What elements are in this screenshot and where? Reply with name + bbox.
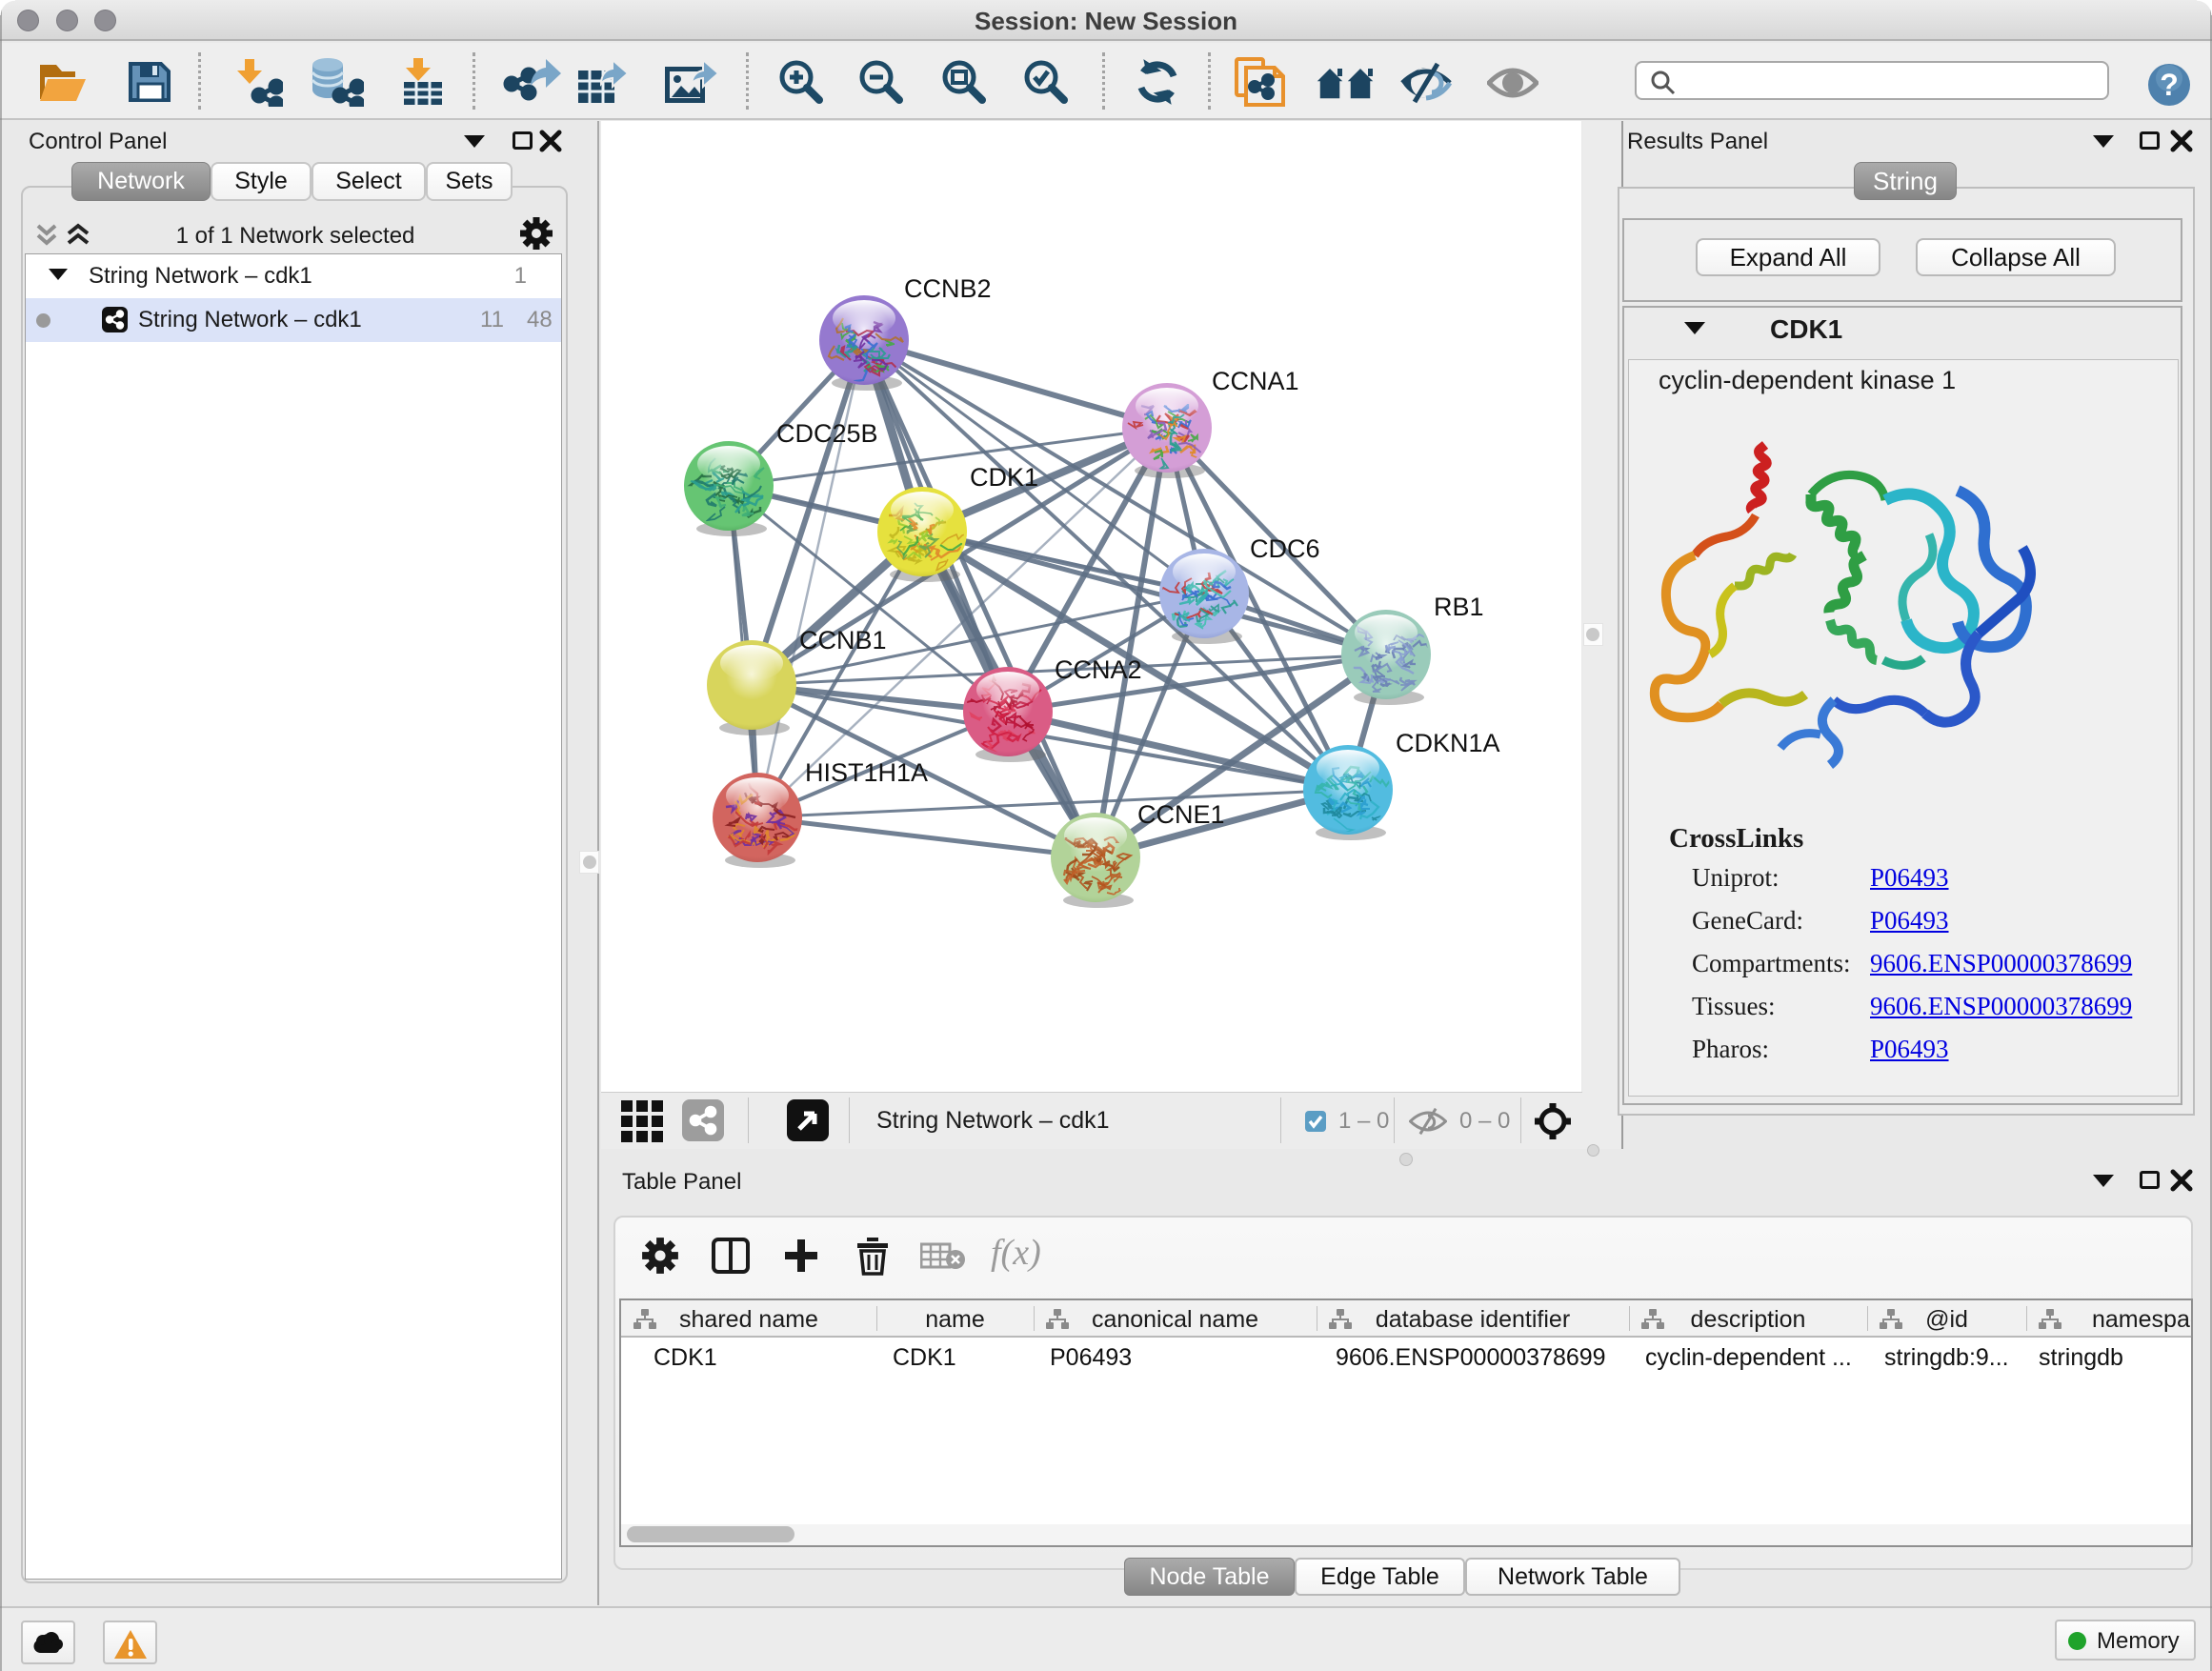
svg-text:CCNA1: CCNA1 (1212, 367, 1299, 395)
svg-text:CDC25B: CDC25B (776, 419, 878, 448)
svg-text:?: ? (2160, 68, 2179, 102)
svg-text:CDKN1A: CDKN1A (1396, 729, 1500, 757)
svg-text:CCNB2: CCNB2 (904, 274, 992, 303)
svg-text:CCNE1: CCNE1 (1137, 800, 1225, 829)
svg-text:CCNA2: CCNA2 (1055, 655, 1142, 684)
svg-text:HIST1H1A: HIST1H1A (805, 758, 928, 787)
svg-text:CDC6: CDC6 (1250, 534, 1320, 563)
svg-text:CDK1: CDK1 (970, 463, 1038, 492)
svg-text:CCNB1: CCNB1 (799, 626, 887, 654)
svg-text:RB1: RB1 (1434, 593, 1484, 621)
